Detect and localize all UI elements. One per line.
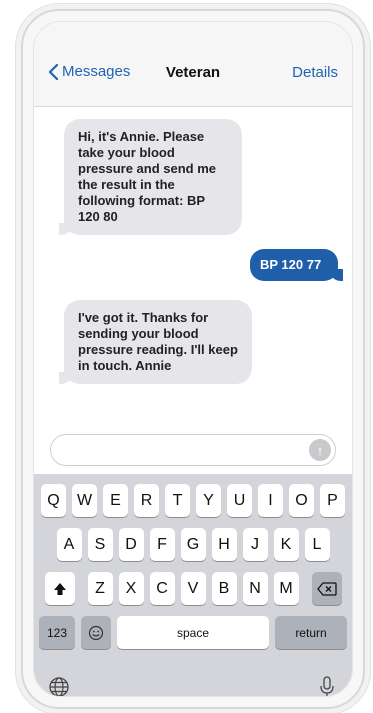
key-g[interactable]: G — [180, 528, 206, 561]
key-u[interactable]: U — [227, 484, 252, 517]
outgoing-message: BP 120 77 — [250, 249, 343, 281]
key-s[interactable]: S — [87, 528, 113, 561]
shift-key[interactable] — [44, 572, 75, 605]
emoji-icon — [88, 625, 104, 640]
globe-icon — [49, 677, 69, 696]
microphone-button[interactable] — [314, 674, 340, 696]
keyboard-row-4: 123 space return — [34, 616, 352, 649]
globe-button[interactable] — [46, 674, 72, 696]
chevron-left-icon — [48, 63, 59, 80]
delete-icon — [316, 581, 337, 596]
key-a[interactable]: A — [56, 528, 82, 561]
key-d[interactable]: D — [118, 528, 144, 561]
microphone-icon — [320, 676, 334, 696]
key-x[interactable]: X — [118, 572, 144, 605]
key-q[interactable]: Q — [41, 484, 66, 517]
key-e[interactable]: E — [103, 484, 128, 517]
delete-key[interactable] — [311, 572, 342, 605]
key-m[interactable]: M — [273, 572, 299, 605]
key-i[interactable]: I — [258, 484, 283, 517]
key-w[interactable]: W — [72, 484, 97, 517]
keyboard-row-2: A S D F G H J K L — [34, 528, 352, 561]
emoji-key[interactable] — [81, 616, 111, 649]
incoming-message: I've got it. Thanks for sending your blo… — [59, 300, 252, 384]
return-key[interactable]: return — [275, 616, 347, 649]
navigation-bar: Messages Veteran Details — [34, 22, 352, 107]
keyboard-row-1: Q W E R T Y U I O P — [34, 484, 352, 517]
key-j[interactable]: J — [242, 528, 268, 561]
key-f[interactable]: F — [149, 528, 175, 561]
key-h[interactable]: H — [211, 528, 237, 561]
key-b[interactable]: B — [211, 572, 237, 605]
key-p[interactable]: P — [320, 484, 345, 517]
key-t[interactable]: T — [165, 484, 190, 517]
key-n[interactable]: N — [242, 572, 268, 605]
key-o[interactable]: O — [289, 484, 314, 517]
key-v[interactable]: V — [180, 572, 206, 605]
keyboard: Q W E R T Y U I O P A S D F G H J K L Z … — [34, 474, 352, 696]
phone-frame: Messages Veteran Details Hi, it's Annie.… — [21, 9, 365, 709]
incoming-message: Hi, it's Annie. Please take your blood p… — [59, 119, 242, 235]
arrow-up-icon: ↑ — [316, 442, 324, 458]
back-label: Messages — [62, 63, 131, 80]
details-button[interactable]: Details — [292, 64, 338, 81]
numbers-key[interactable]: 123 — [39, 616, 75, 649]
key-l[interactable]: L — [304, 528, 330, 561]
space-key[interactable]: space — [117, 616, 269, 649]
key-c[interactable]: C — [149, 572, 175, 605]
message-input[interactable]: ↑ — [50, 434, 336, 466]
shift-icon — [53, 582, 66, 595]
key-r[interactable]: R — [134, 484, 159, 517]
keyboard-row-3: Z X C V B N M — [34, 572, 352, 605]
send-button[interactable]: ↑ — [309, 439, 331, 461]
key-k[interactable]: K — [273, 528, 299, 561]
back-button[interactable]: Messages — [48, 63, 130, 80]
key-y[interactable]: Y — [196, 484, 221, 517]
key-z[interactable]: Z — [87, 572, 113, 605]
messages-screen: Messages Veteran Details Hi, it's Annie.… — [33, 21, 353, 697]
